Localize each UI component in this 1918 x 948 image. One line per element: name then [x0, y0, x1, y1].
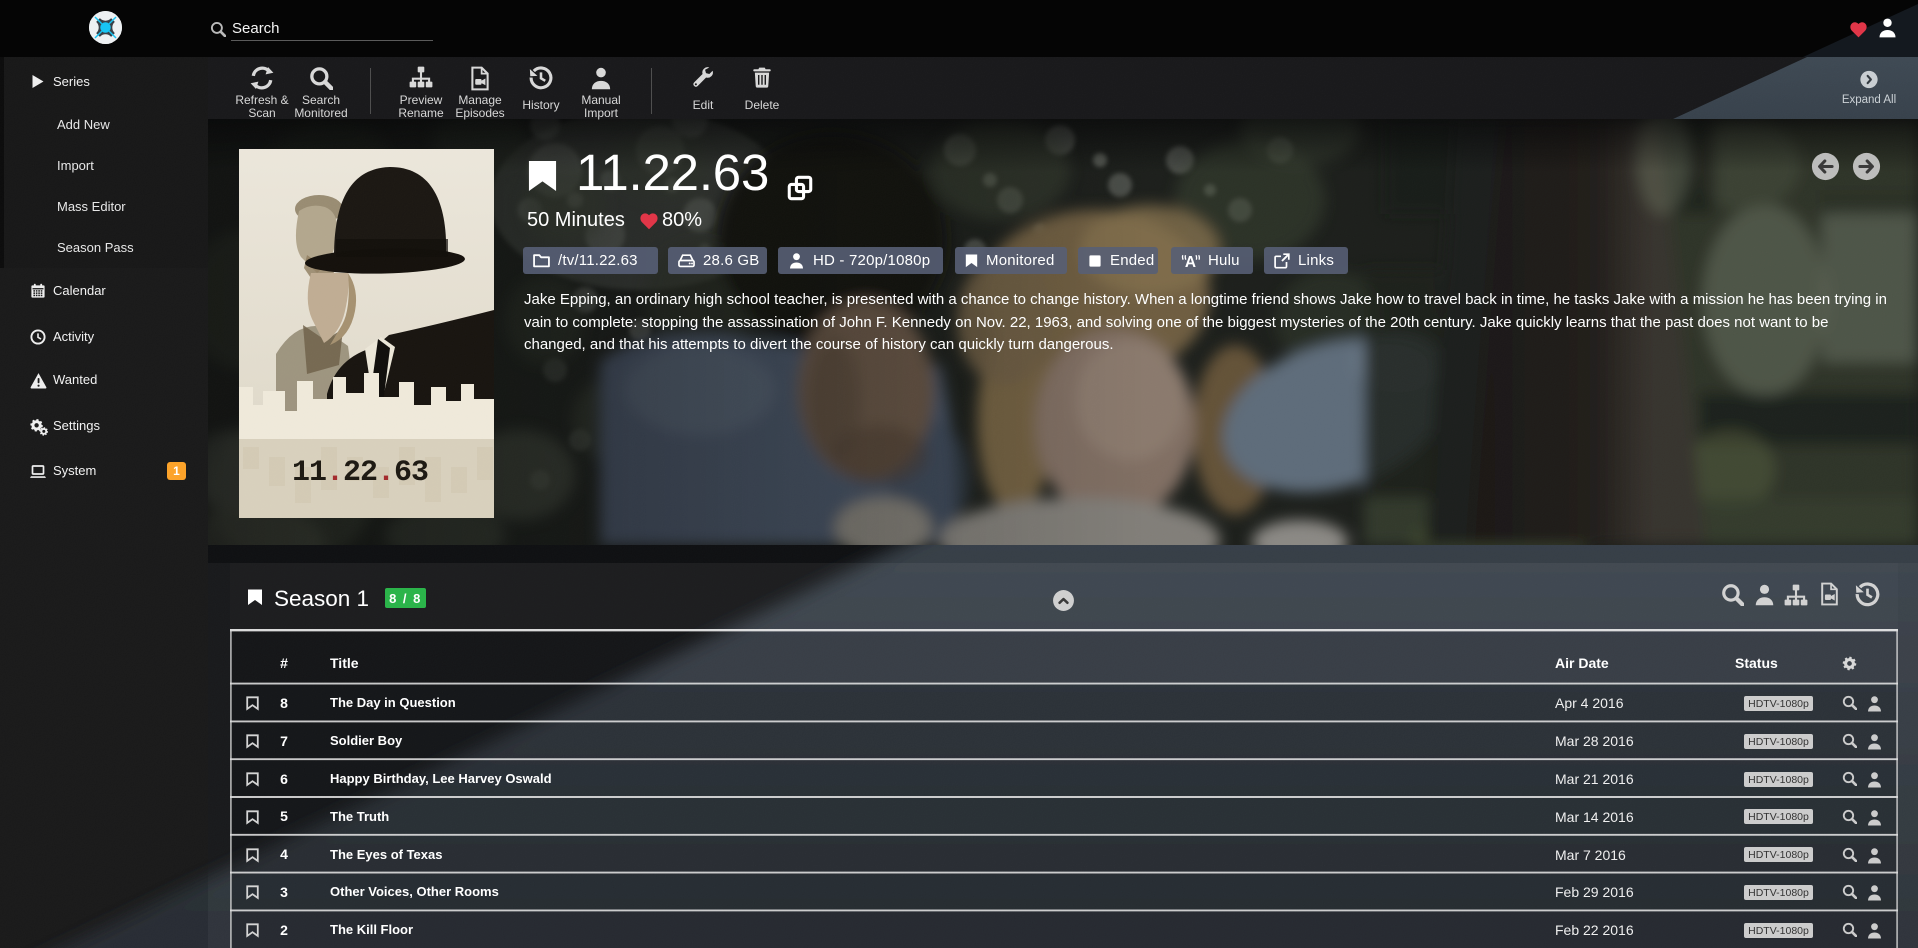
svg-text:A: A: [1185, 254, 1196, 270]
